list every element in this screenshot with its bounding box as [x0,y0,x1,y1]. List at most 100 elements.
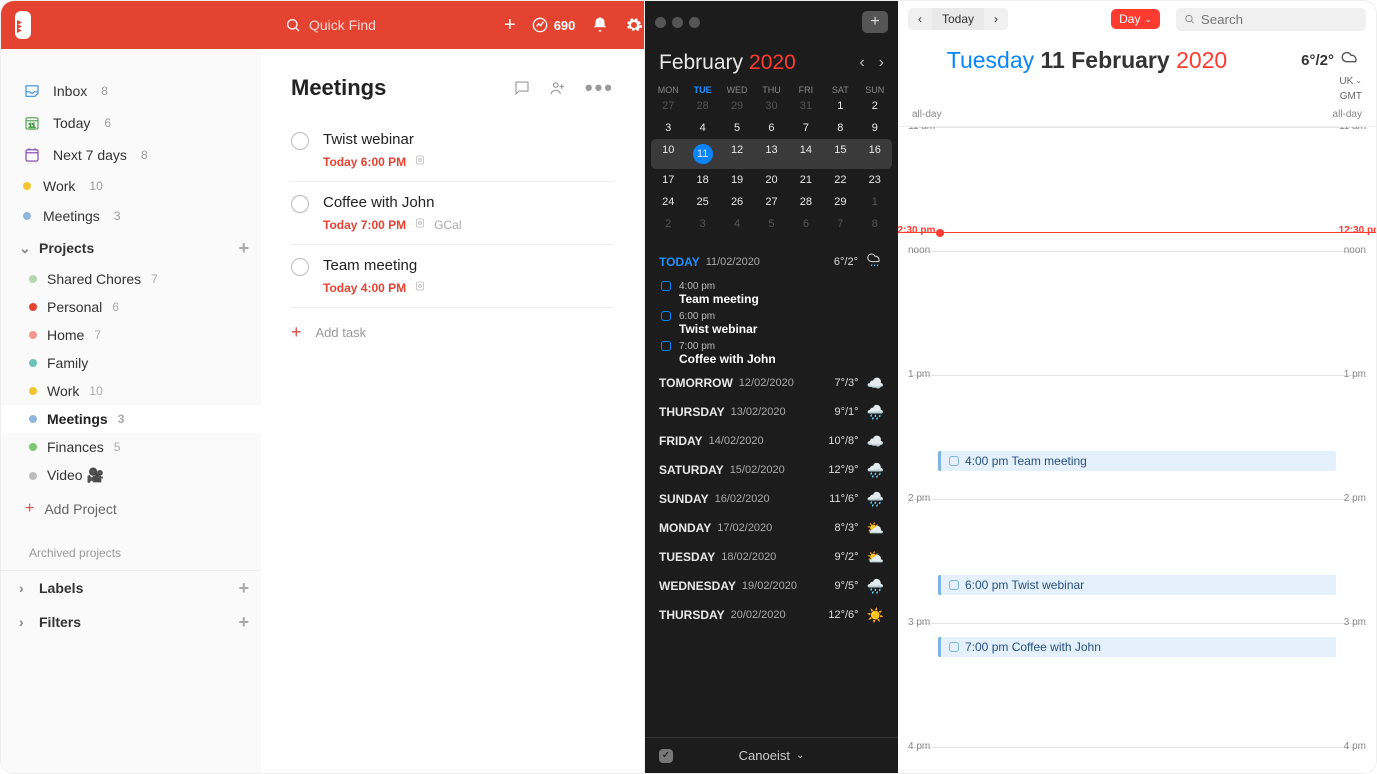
view-mode[interactable]: Day ⌄ [1111,9,1160,29]
project-family[interactable]: Family [1,349,261,377]
prev-month-icon[interactable]: ‹ [859,54,864,72]
hour-row[interactable]: noonnoon [912,251,1362,313]
calendar-day[interactable]: 26 [720,191,754,213]
profile-selector[interactable]: ✓ Canoeist ⌄ [645,737,898,773]
calendar-day[interactable]: 19 [720,169,754,191]
calendar-day[interactable]: 29 [720,95,754,117]
calendar-day[interactable]: 1 [858,191,892,213]
calendar-day[interactable]: 10 [651,139,685,169]
event-checkbox-icon[interactable] [661,341,671,351]
bell-icon[interactable] [591,16,609,34]
calendar-day[interactable]: 16 [858,139,892,169]
forecast-row[interactable]: TUESDAY18/02/20209°/2°⛅ [659,543,884,572]
add-event-button[interactable]: + [862,11,888,33]
todoist-logo[interactable] [15,11,31,39]
add-project[interactable]: + Add Project [1,490,261,528]
add-label-icon[interactable]: + [238,579,249,597]
search-bar[interactable] [285,17,490,33]
calendar-event[interactable]: 6:00 pm Twist webinar [938,575,1336,595]
next-day-button[interactable]: › [984,8,1008,30]
forecast-row[interactable]: SUNDAY16/02/202011°/6°🌧️ [659,485,884,514]
project-shared-chores[interactable]: Shared Chores7 [1,265,261,293]
calendar-day[interactable]: 7 [789,117,823,139]
calendar-day[interactable]: 5 [754,213,788,235]
nav-inbox[interactable]: Inbox8 [1,75,261,107]
next-month-icon[interactable]: › [879,54,884,72]
hour-row[interactable]: 11 am11 am [912,127,1362,189]
task-checkbox[interactable] [291,132,309,150]
forecast-row[interactable]: THURSDAY13/02/20209°/1°🌧️ [659,398,884,427]
prev-day-button[interactable]: ‹ [908,8,932,30]
event-checkbox-icon[interactable] [949,456,959,466]
search-input[interactable] [309,17,490,33]
filters-header[interactable]: › Filters + [1,605,261,639]
calendar-day[interactable]: 27 [754,191,788,213]
calendar-day[interactable]: 11 [685,139,719,169]
calendar-day[interactable]: 23 [858,169,892,191]
hour-row[interactable]: 2 pm2 pm [912,499,1362,561]
event-checkbox-icon[interactable] [661,311,671,321]
calendar-day[interactable]: 31 [789,95,823,117]
calendar-day[interactable]: 8 [823,117,857,139]
project-finances[interactable]: Finances5 [1,433,261,461]
task-item[interactable]: Coffee with John Today 7:00 PM GCal [291,182,614,245]
project-work[interactable]: Work10 [1,377,261,405]
event-checkbox-icon[interactable] [661,281,671,291]
calendar-search-input[interactable] [1201,12,1358,27]
project-personal[interactable]: Personal6 [1,293,261,321]
agenda-event[interactable]: 6:00 pmTwist webinar [659,308,884,338]
calendar-day[interactable]: 21 [789,169,823,191]
calendar-day[interactable]: 18 [685,169,719,191]
calendar-week[interactable]: 3456789 [651,117,892,139]
calendar-day[interactable]: 29 [823,191,857,213]
window-controls[interactable] [655,17,700,28]
calendar-day[interactable]: 28 [789,191,823,213]
task-item[interactable]: Team meeting Today 4:00 PM [291,245,614,308]
nav-today[interactable]: 11Today6 [1,107,261,139]
calendar-day[interactable]: 28 [685,95,719,117]
calendar-week[interactable]: 17181920212223 [651,169,892,191]
add-task[interactable]: + Add task [291,308,614,357]
forecast-today-header[interactable]: TODAY 11/02/2020 6°/2° [659,245,884,278]
karma-count[interactable]: 690 [532,17,576,33]
add-project-icon[interactable]: + [238,239,249,257]
calendar-week[interactable]: 2345678 [651,213,892,235]
task-checkbox[interactable] [291,195,309,213]
hour-row[interactable]: 1 pm1 pm [912,375,1362,437]
projects-header[interactable]: ⌄ Projects + [1,231,261,265]
calendar-day[interactable]: 14 [789,139,823,169]
forecast-row[interactable]: FRIDAY14/02/202010°/8°☁️ [659,427,884,456]
agenda-event[interactable]: 4:00 pmTeam meeting [659,278,884,308]
calendar-day[interactable]: 1 [823,95,857,117]
nav-work[interactable]: Work10 [1,171,261,201]
calendar-day[interactable]: 2 [651,213,685,235]
event-checkbox-icon[interactable] [949,580,959,590]
project-video-🎥[interactable]: Video 🎥 [1,461,261,490]
calendar-week[interactable]: 2425262728291 [651,191,892,213]
calendar-day[interactable]: 2 [858,95,892,117]
forecast-row[interactable]: WEDNESDAY19/02/20209°/5°🌧️ [659,572,884,601]
calendar-day[interactable]: 3 [685,213,719,235]
task-checkbox[interactable] [291,258,309,276]
nav-segment[interactable]: ‹ Today › [908,8,1008,30]
calendar-day[interactable]: 6 [754,117,788,139]
agenda-event[interactable]: 7:00 pmCoffee with John [659,338,884,368]
add-icon[interactable]: + [504,14,516,37]
calendar-day[interactable]: 25 [685,191,719,213]
hour-row[interactable]: 4 pm4 pm [912,747,1362,773]
gear-icon[interactable] [625,16,643,34]
calendar-day[interactable]: 20 [754,169,788,191]
calendar-day[interactable]: 17 [651,169,685,191]
forecast-row[interactable]: THURSDAY20/02/202012°/6°☀️ [659,601,884,630]
calendar-day[interactable]: 3 [651,117,685,139]
labels-header[interactable]: › Labels + [1,571,261,605]
event-checkbox-icon[interactable] [949,642,959,652]
calendar-day[interactable]: 6 [789,213,823,235]
nav-next-7-days[interactable]: Next 7 days8 [1,139,261,171]
archived-projects[interactable]: Archived projects [1,528,261,570]
calendar-day[interactable]: 12 [720,139,754,169]
more-icon[interactable]: ••• [585,75,614,101]
calendar-week[interactable]: 10111213141516 [651,139,892,169]
calendar-day[interactable]: 13 [754,139,788,169]
project-home[interactable]: Home7 [1,321,261,349]
